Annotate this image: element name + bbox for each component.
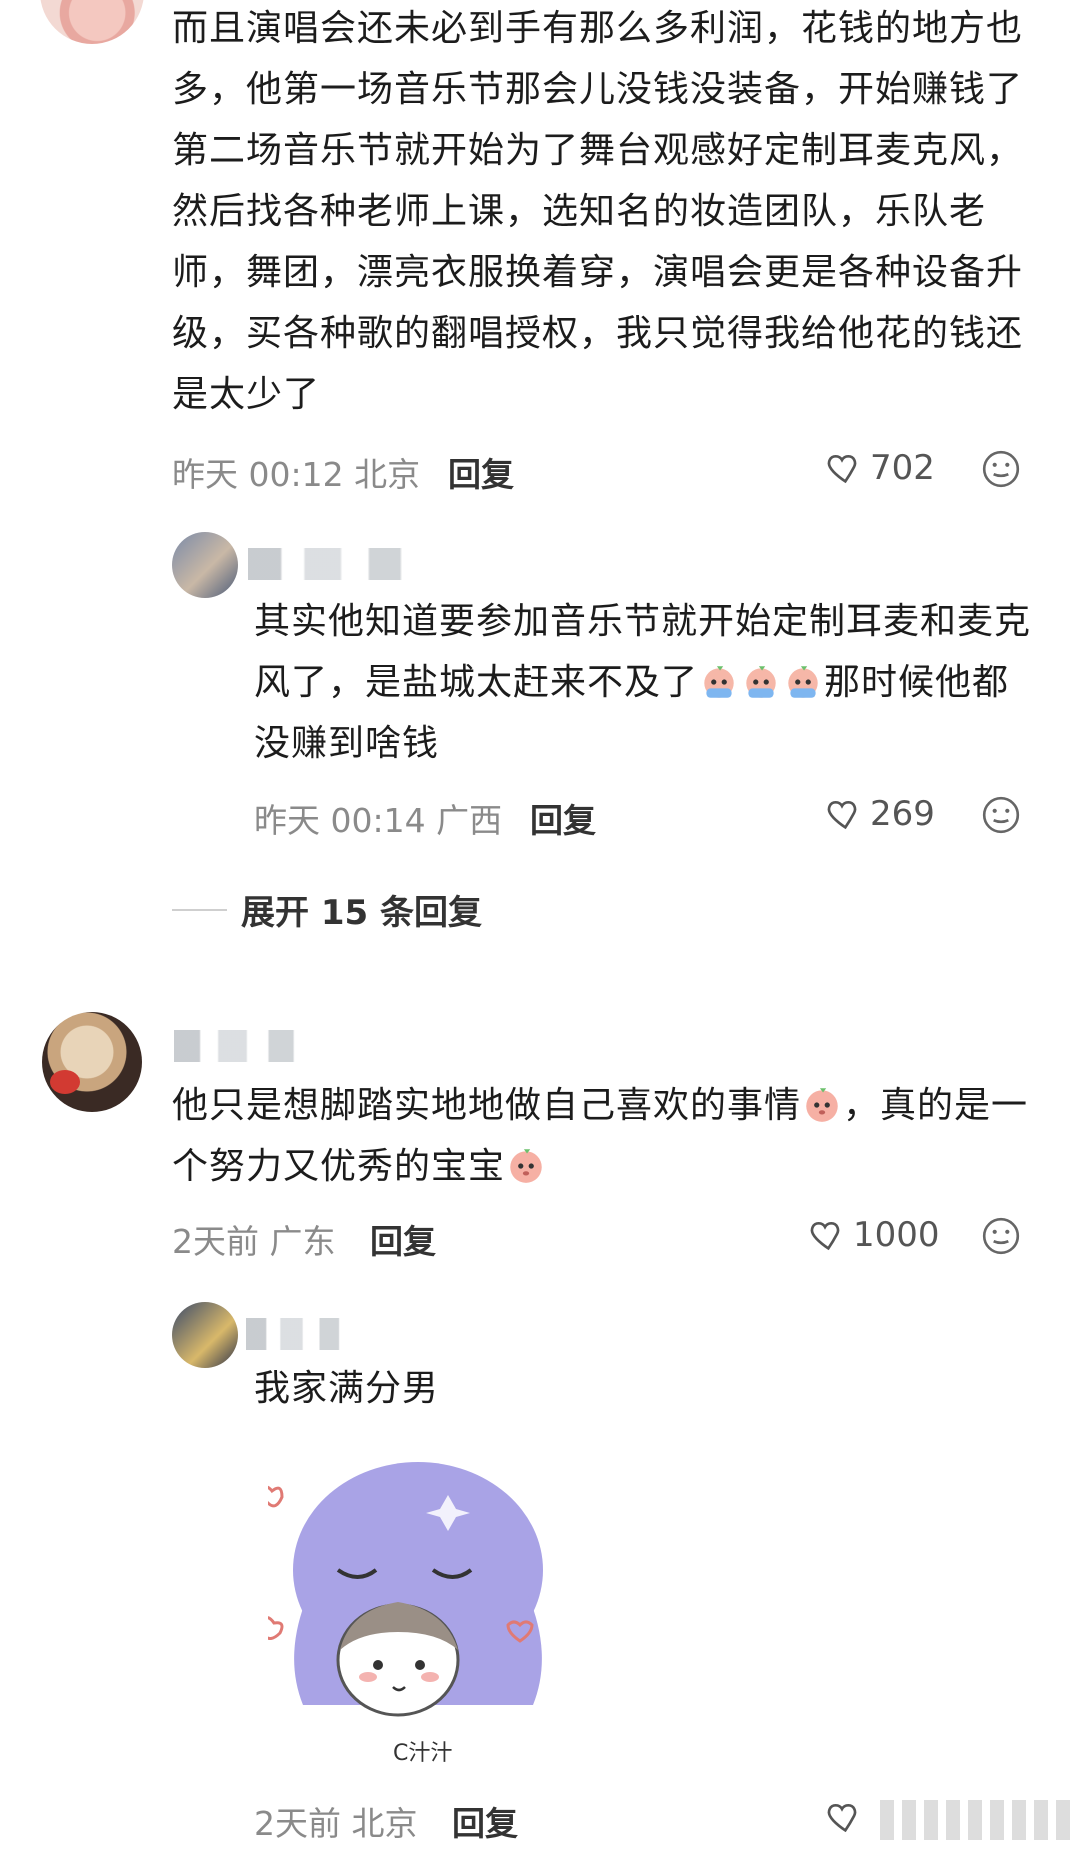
- crying-peach-emoji-icon: [704, 666, 734, 698]
- expand-label: 展开 15 条回复: [241, 893, 482, 933]
- comment-text: 他只是想脚踏实地地做自己喜欢的事情 ，真的是一个努力又优秀的宝宝: [172, 1085, 1029, 1187]
- like-button[interactable]: 702: [822, 448, 935, 488]
- comment-text: 而且演唱会还未必到手有那么多利润，花钱的地方也多，他第一场音乐节那会儿没钱没装备…: [172, 8, 1024, 415]
- heart-outline-icon: [827, 454, 857, 484]
- username-blurred: [248, 548, 478, 580]
- watermark: [880, 1800, 1070, 1840]
- heart-outline-icon: [827, 1803, 857, 1833]
- peach-emoji-icon: [510, 1149, 542, 1183]
- reply-button[interactable]: 回复: [530, 794, 596, 842]
- expand-replies-button[interactable]: 展开 15 条回复: [172, 885, 482, 934]
- like-button[interactable]: [822, 1797, 862, 1837]
- divider-line: [172, 908, 227, 911]
- reply-avatar[interactable]: [172, 1302, 238, 1368]
- reply-button[interactable]: 回复: [452, 1797, 518, 1845]
- reply-button[interactable]: 回复: [370, 1215, 436, 1263]
- comment-meta: 2天前 广东: [172, 1222, 336, 1261]
- username-blurred: [246, 1318, 386, 1350]
- crying-peach-emoji-icon: [746, 666, 776, 698]
- like-button[interactable]: 1000: [805, 1215, 940, 1255]
- purple-blob-sticker: C汁汁: [268, 1462, 543, 1766]
- comment-meta: 昨天 00:12 北京: [172, 455, 421, 494]
- like-count: 269: [870, 794, 935, 834]
- sticker-signature: C汁汁: [393, 1741, 452, 1766]
- reply-meta: 2天前 北京: [254, 1804, 418, 1843]
- crying-peach-emoji-icon: [788, 666, 818, 698]
- peach-emoji-icon: [806, 1088, 838, 1122]
- heart-outline-icon: [810, 1221, 840, 1251]
- smile-face-icon[interactable]: [980, 1215, 1022, 1257]
- smile-face-icon[interactable]: [980, 794, 1022, 836]
- heart-outline-icon: [827, 800, 857, 830]
- reply-avatar[interactable]: [172, 532, 238, 598]
- reply-meta: 昨天 00:14 广西: [254, 801, 503, 840]
- like-button[interactable]: 269: [822, 794, 935, 834]
- reply-button[interactable]: 回复: [448, 448, 514, 496]
- user-avatar[interactable]: [40, 0, 144, 44]
- user-avatar[interactable]: [42, 1012, 142, 1112]
- reply-text: 我家满分男: [254, 1368, 440, 1409]
- reply-text: 其实他知道要参加音乐节就开始定制耳麦和麦克风了，是盐城太赶来不及了 那时候他都没赚…: [254, 601, 1032, 764]
- like-count: 702: [870, 448, 935, 488]
- username-blurred: [174, 1030, 354, 1062]
- smile-face-icon[interactable]: [980, 448, 1022, 490]
- like-count: 1000: [853, 1215, 940, 1255]
